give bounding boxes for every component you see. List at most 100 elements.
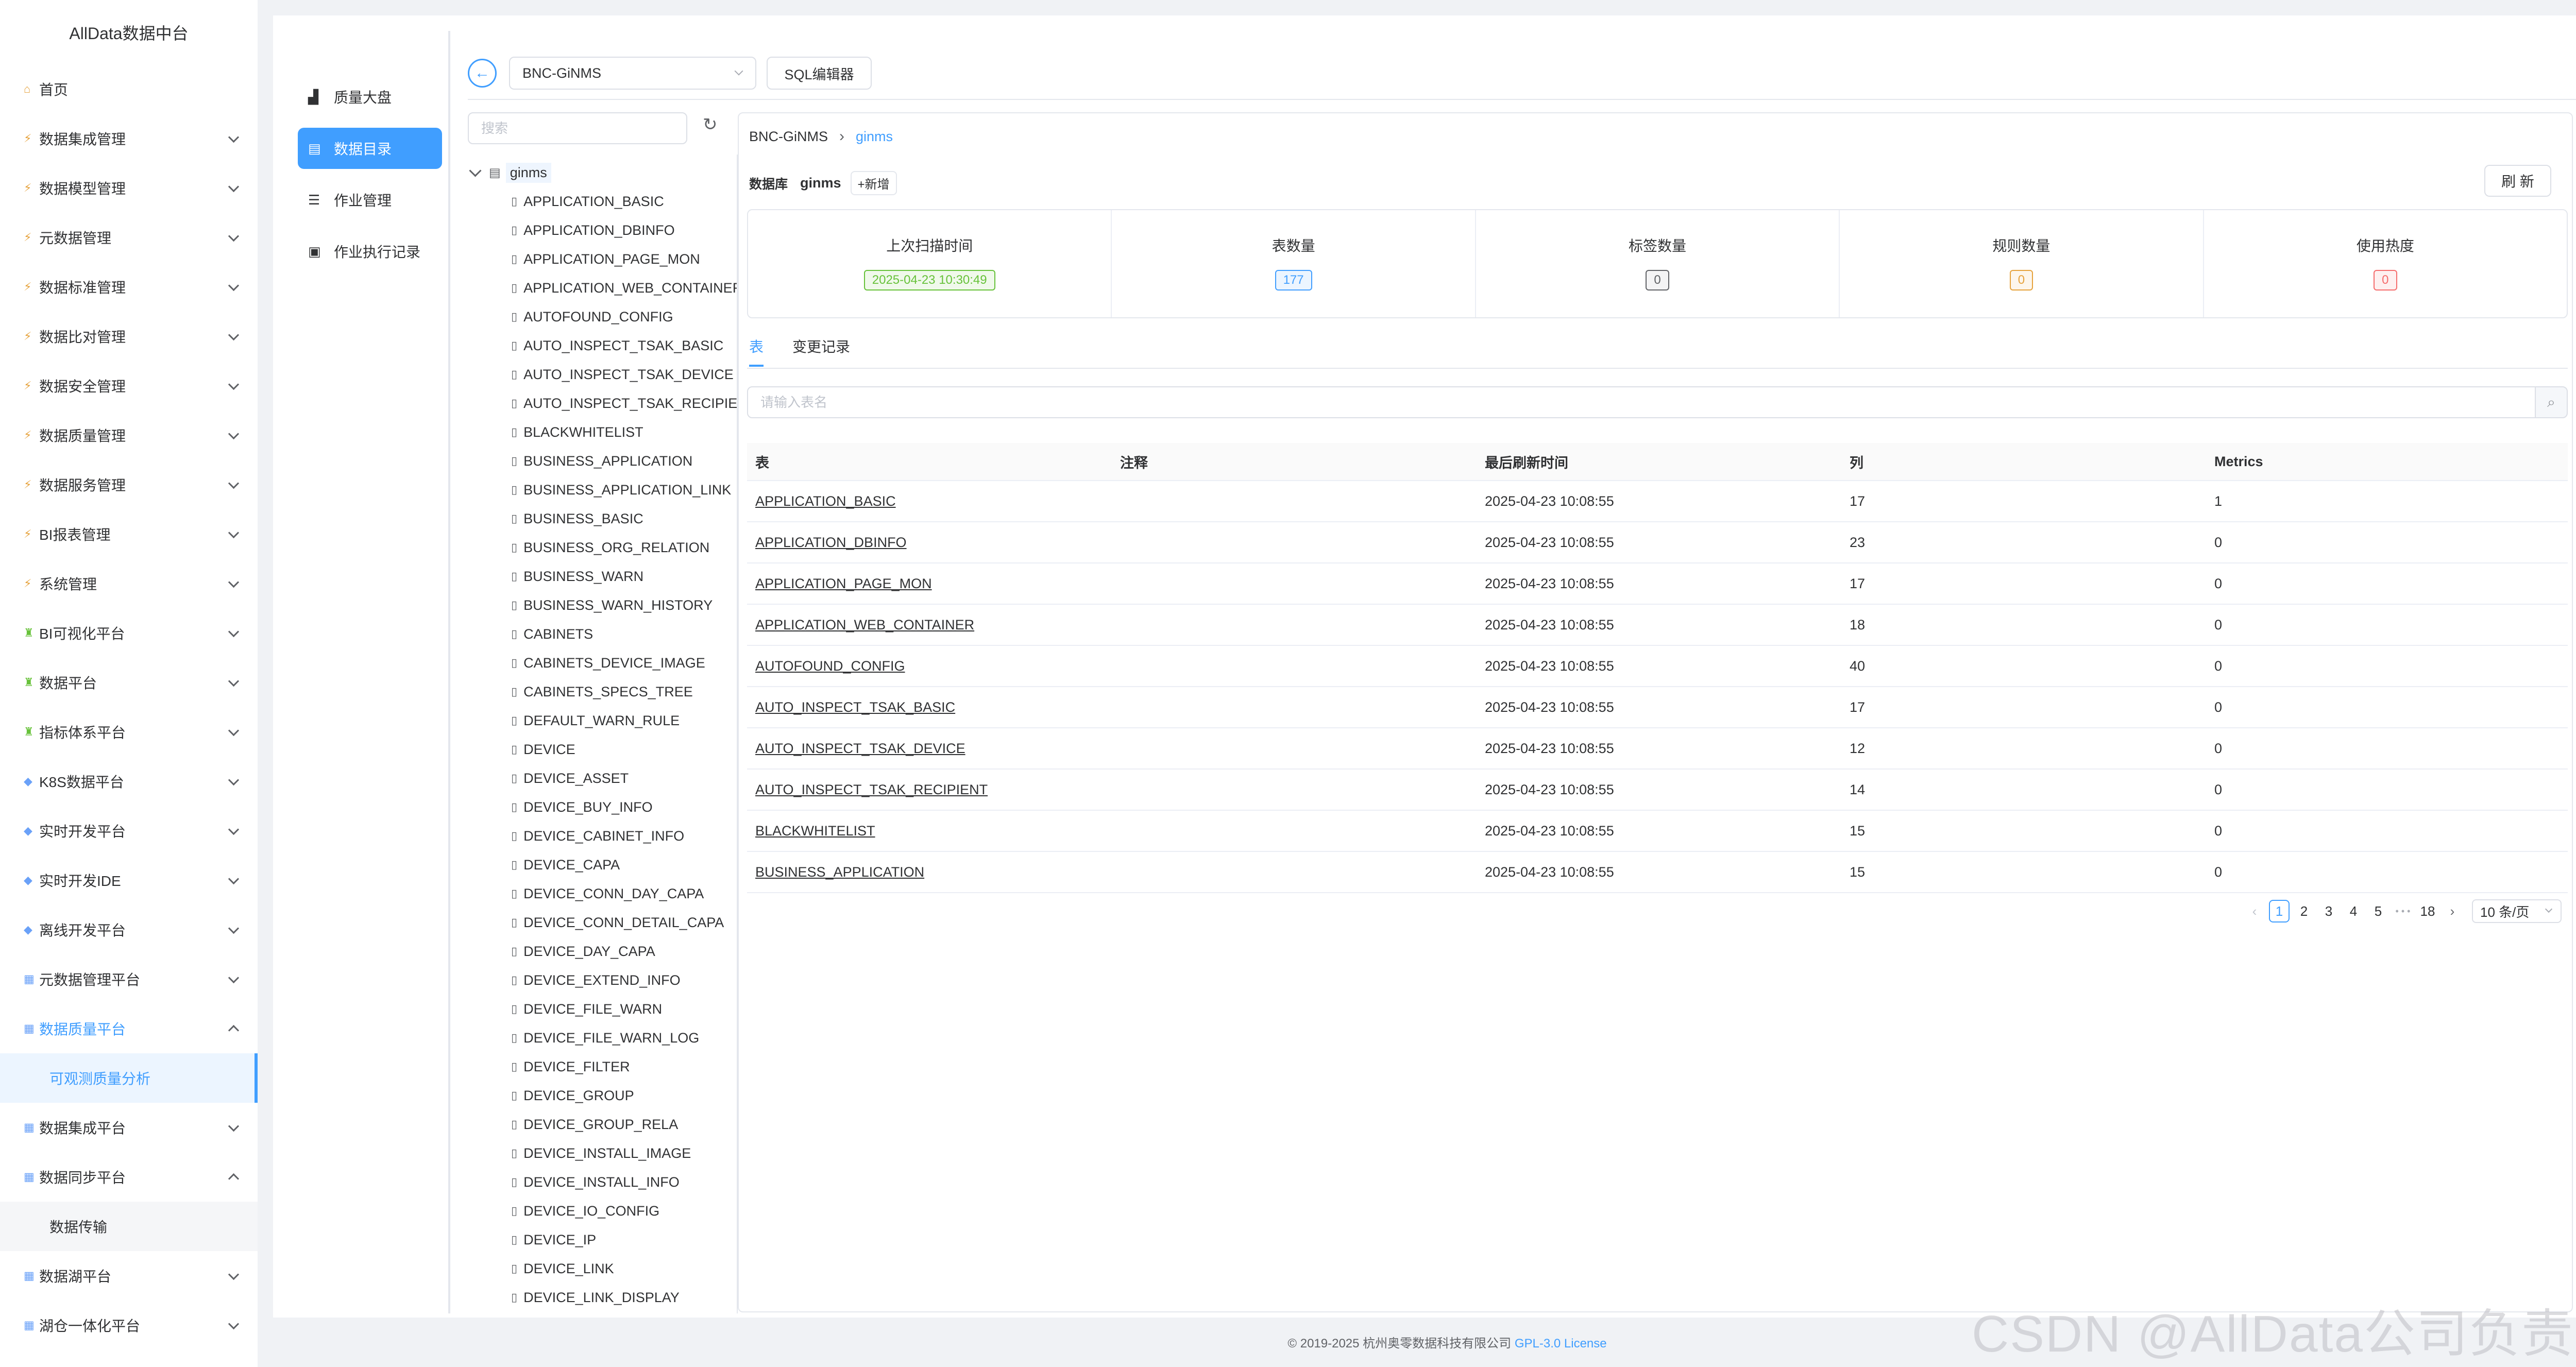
cell-table-name[interactable]: AUTOFOUND_CONFIG [755, 658, 905, 674]
tree-node[interactable]: ▯ AUTO_INSPECT_TSAK_DEVICE [511, 362, 734, 387]
back-button[interactable]: ← [468, 59, 497, 88]
license-link[interactable]: GPL-3.0 License [1515, 1337, 1607, 1351]
sidebar-item[interactable]: ▦ 湖仓一体化平台 [0, 1301, 255, 1350]
sidebar-item[interactable]: ⚡ 数据比对管理 [0, 312, 255, 361]
sidebar-item[interactable]: ⚡ 元数据管理 [0, 213, 255, 262]
tree-node[interactable]: ▯ DEVICE_IO_CONFIG [511, 1198, 659, 1224]
sidebar-item[interactable]: ◆ 实时开发平台 [0, 806, 255, 856]
page-number[interactable]: 3 [2318, 900, 2339, 922]
tree-node[interactable]: ▯ CABINETS [511, 621, 593, 647]
sidebar-item[interactable]: ⌂ 首页 [0, 64, 255, 114]
tree-node[interactable]: ▯ DEVICE_INSTALL_IMAGE [511, 1140, 691, 1166]
add-tag-button[interactable]: +新增 [850, 171, 897, 195]
sidebar-item[interactable]: ◆ K8S数据平台 [0, 757, 255, 806]
page-last[interactable]: 18 [2417, 900, 2438, 922]
tree-node[interactable]: ▯ CABINETS_SPECS_TREE [511, 679, 693, 705]
tree-node[interactable]: ▯ DEFAULT_WARN_RULE [511, 708, 680, 733]
tree-node[interactable]: ▯ AUTOFOUND_CONFIG [511, 304, 673, 330]
sidebar-item[interactable]: ⚡ 数据集成管理 [0, 114, 255, 163]
sidebar-item[interactable]: ⚡ BI报表管理 [0, 509, 255, 559]
cell-table-name[interactable]: AUTO_INSPECT_TSAK_BASIC [755, 699, 955, 715]
tree-node[interactable]: ▯ BUSINESS_WARN_HISTORY [511, 592, 713, 618]
tree-search-input[interactable] [468, 112, 687, 144]
sub-menu-item[interactable]: ☰ 作业管理 [298, 179, 442, 220]
sidebar-subitem[interactable]: 数据传输 [0, 1202, 258, 1251]
sub-menu-item[interactable]: ▤ 数据目录 [298, 128, 442, 169]
sub-menu-item[interactable]: ▟ 质量大盘 [298, 76, 442, 117]
page-number[interactable]: 1 [2269, 900, 2290, 922]
tab-tables[interactable]: 表 [749, 336, 764, 367]
tree-node[interactable]: ▯ BUSINESS_BASIC [511, 506, 643, 532]
cell-table-name[interactable]: APPLICATION_PAGE_MON [755, 576, 932, 591]
tree-node[interactable]: ▯ DEVICE_CONN_DAY_CAPA [511, 881, 704, 907]
sidebar-item[interactable]: ⚡ 数据模型管理 [0, 163, 255, 213]
sidebar-item[interactable]: ♜ BI可视化平台 [0, 608, 255, 658]
tree-node[interactable]: ▯ DEVICE_LINK_DISPLAY [511, 1285, 680, 1310]
tree-node[interactable]: ▯ AUTO_INSPECT_TSAK_RECIPIENT [511, 390, 737, 416]
sidebar-subitem[interactable]: 可观测质量分析 [0, 1053, 258, 1103]
sub-menu-item[interactable]: ▣ 作业执行记录 [298, 231, 442, 272]
sidebar-item[interactable]: ◆ 实时开发IDE [0, 856, 255, 905]
refresh-icon[interactable]: ↻ [703, 114, 718, 135]
tree-node[interactable]: ▯ DEVICE_INSTALL_INFO [511, 1169, 680, 1195]
tree-node[interactable]: ▯ DEVICE_CABINET_INFO [511, 823, 684, 849]
tree-node[interactable]: ▯ DEVICE_ASSET [511, 765, 629, 791]
sidebar-item[interactable]: ⚡ 数据标准管理 [0, 262, 255, 312]
tree-node[interactable]: ▯ DEVICE_GROUP [511, 1083, 634, 1108]
datasource-select[interactable]: BNC-GiNMS [509, 57, 756, 90]
sidebar-item[interactable]: ▦ 数据同步平台 [0, 1152, 255, 1202]
refresh-button[interactable]: 刷 新 [2484, 165, 2551, 197]
tree-node[interactable]: ▯ DEVICE_FILE_WARN_LOG [511, 1025, 699, 1051]
tree-node[interactable]: ▯ DEVICE_EXTEND_INFO [511, 967, 681, 993]
table-search-input[interactable] [747, 386, 2536, 418]
sidebar-item[interactable]: ▦ 数据集成平台 [0, 1103, 255, 1152]
tree-node[interactable]: ▯ DEVICE_FILTER [511, 1054, 630, 1080]
breadcrumb-datasource[interactable]: BNC-GiNMS [749, 129, 828, 145]
sidebar-item[interactable]: ⚡ 系统管理 [0, 559, 255, 608]
next-page-icon[interactable]: › [2442, 900, 2463, 922]
cell-table-name[interactable]: AUTO_INSPECT_TSAK_DEVICE [755, 741, 965, 756]
sidebar-item[interactable]: ♜ 数据平台 [0, 658, 255, 707]
tree-node[interactable]: ▯ DEVICE_FILE_WARN [511, 996, 662, 1022]
page-ellipsis[interactable]: • • • [2393, 900, 2413, 922]
page-size-select[interactable]: 10 条/页 [2472, 899, 2562, 923]
cell-table-name[interactable]: AUTO_INSPECT_TSAK_RECIPIENT [755, 782, 988, 797]
page-number[interactable]: 2 [2294, 900, 2314, 922]
tree-node[interactable]: ▯ CABINETS_DEVICE_IMAGE [511, 650, 705, 676]
tree-node[interactable]: ▯ DEVICE_CAPA [511, 852, 620, 878]
tree-root-node[interactable]: ▤ ginms [468, 160, 551, 185]
tree-node[interactable]: ▯ BLACKWHITELIST [511, 419, 643, 445]
tree-node[interactable]: ▯ BUSINESS_ORG_RELATION [511, 535, 709, 560]
tab-change-log[interactable]: 变更记录 [792, 336, 850, 367]
tree-node[interactable]: ▯ BUSINESS_APPLICATION [511, 448, 692, 474]
tree-node[interactable]: ▯ DEVICE_GROUP_RELA [511, 1112, 678, 1137]
sidebar-item[interactable]: ⚡ 数据质量管理 [0, 411, 255, 460]
cell-table-name[interactable]: BLACKWHITELIST [755, 823, 875, 839]
tree-node[interactable]: ▯ APPLICATION_BASIC [511, 189, 664, 214]
tree-node[interactable]: ▯ DEVICE [511, 737, 575, 762]
cell-table-name[interactable]: APPLICATION_WEB_CONTAINER [755, 617, 974, 633]
sidebar-item[interactable]: ♜ 指标体系平台 [0, 707, 255, 757]
chevron-down-icon[interactable] [469, 164, 482, 177]
tree-node[interactable]: ▯ APPLICATION_DBINFO [511, 217, 675, 243]
tree-node[interactable]: ▯ DEVICE_BUY_INFO [511, 794, 653, 820]
sidebar-item[interactable]: ⚡ 数据服务管理 [0, 460, 255, 509]
tree-node[interactable]: ▯ BUSINESS_APPLICATION_LINK [511, 477, 731, 503]
tree-node[interactable]: ▯ APPLICATION_PAGE_MON [511, 246, 700, 272]
tree-node[interactable]: ▯ DEVICE_DAY_CAPA [511, 938, 655, 964]
search-icon[interactable]: ⌕ [2535, 386, 2568, 418]
tree-node[interactable]: ▯ APPLICATION_WEB_CONTAINER [511, 275, 737, 301]
page-number[interactable]: 4 [2343, 900, 2364, 922]
cell-table-name[interactable]: APPLICATION_DBINFO [755, 535, 907, 550]
tree-node[interactable]: ▯ AUTO_INSPECT_TSAK_BASIC [511, 333, 723, 358]
cell-table-name[interactable]: BUSINESS_APPLICATION [755, 864, 924, 880]
tree-node[interactable]: ▯ DEVICE_IP [511, 1227, 596, 1253]
page-number[interactable]: 5 [2368, 900, 2388, 922]
tree-node[interactable]: ▯ DEVICE_LINK [511, 1256, 614, 1281]
sidebar-item[interactable]: ▦ 数据湖平台 [0, 1251, 255, 1301]
tree-node[interactable]: ▯ BUSINESS_WARN [511, 563, 643, 589]
sidebar-item[interactable]: ◆ 离线开发平台 [0, 905, 255, 954]
sidebar-item[interactable]: ▦ 元数据管理平台 [0, 954, 255, 1004]
sidebar-item[interactable]: ▦ 数据质量平台 [0, 1004, 255, 1053]
sql-editor-button[interactable]: SQL编辑器 [767, 57, 872, 90]
